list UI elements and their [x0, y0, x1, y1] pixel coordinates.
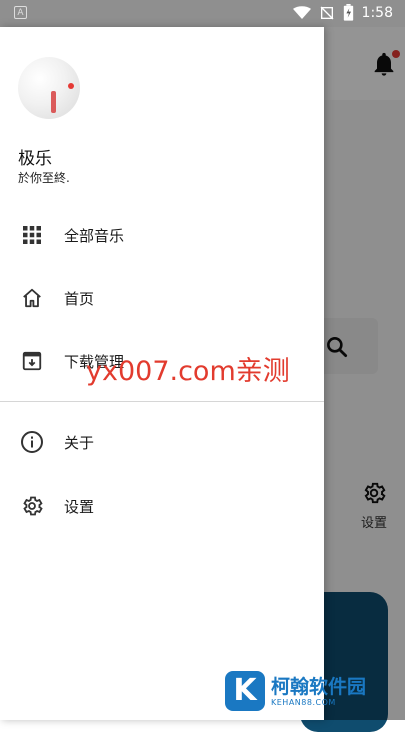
menu-item-about[interactable]: 关于	[0, 418, 324, 466]
menu-item-all-music[interactable]: 全部音乐	[0, 211, 324, 259]
status-icons: 1:58	[292, 4, 393, 21]
wifi-icon	[292, 5, 311, 19]
home-icon	[20, 286, 44, 310]
menu-item-label: 关于	[64, 433, 95, 452]
info-icon	[20, 430, 44, 454]
download-box-icon	[20, 349, 44, 373]
avatar-accent-dot	[68, 83, 74, 89]
menu-divider	[0, 401, 324, 402]
logo-mark-icon: K	[225, 671, 265, 711]
logo-title: 柯翰软件园	[271, 675, 367, 698]
status-bar: A 1:58	[0, 0, 405, 27]
app-name: 极乐	[18, 149, 52, 169]
battery-icon	[343, 4, 353, 21]
grid-icon	[20, 223, 44, 247]
menu-item-settings[interactable]: 设置	[0, 482, 324, 530]
app-notification-icon: A	[14, 6, 27, 19]
settings-gear-icon	[20, 494, 44, 518]
logo-text: 柯翰软件园 KEHAN88.COM	[271, 676, 366, 707]
app-tagline: 於你至終.	[18, 171, 70, 185]
site-logo: K 柯翰软件园 KEHAN88.COM	[225, 671, 366, 711]
mute-icon	[320, 6, 334, 19]
logo-subtitle: KEHAN88.COM	[271, 697, 336, 707]
menu-item-label: 全部音乐	[64, 226, 125, 245]
status-time: 1:58	[361, 4, 393, 21]
menu-item-home[interactable]: 首页	[0, 274, 324, 322]
avatar-accent-bar	[51, 91, 56, 113]
watermark-text: yx007.com亲测	[86, 356, 290, 387]
menu-item-label: 首页	[64, 289, 95, 308]
menu-item-label: 设置	[64, 497, 95, 516]
